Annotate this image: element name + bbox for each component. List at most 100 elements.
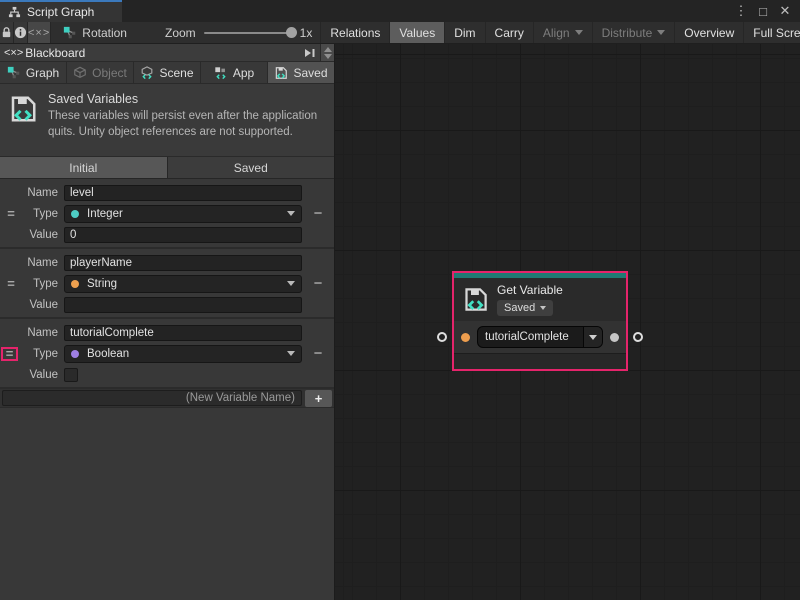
boolean-value-checkbox[interactable] <box>64 368 78 382</box>
name-label: Name <box>22 187 58 199</box>
subtab-initial[interactable]: Initial <box>0 157 168 178</box>
node-title: Get Variable <box>497 283 563 297</box>
variable-scope-dropdown[interactable]: Saved <box>497 300 553 316</box>
chevron-down-icon <box>575 30 583 35</box>
dim-button[interactable]: Dim <box>444 22 484 43</box>
variable-scope-tabs: Graph Object Scene App Saved <box>0 62 334 84</box>
floppy-disk-icon <box>8 94 38 124</box>
graph-toolbar: <×> Rotation Zoom 1x Relations Values Di… <box>0 22 800 44</box>
close-icon[interactable]: ✕ <box>776 2 794 20</box>
value-label: Value <box>22 229 58 241</box>
rotation-control: Rotation <box>51 22 139 43</box>
zoom-slider-handle[interactable] <box>286 27 297 38</box>
window-controls: ⋮ □ ✕ <box>732 0 800 22</box>
string-input-port[interactable] <box>461 333 470 342</box>
new-variable-input[interactable] <box>2 390 302 406</box>
saved-variables-info: Saved Variables These variables will per… <box>0 84 334 157</box>
panel-scroll-spinner[interactable] <box>320 44 334 61</box>
toolbar-buttons: Relations Values Dim Carry Align Distrib… <box>320 22 800 43</box>
dock-icon <box>304 48 316 58</box>
variable-row-tutorialcomplete: Name = Type Boolean − Value <box>0 319 334 389</box>
overview-button[interactable]: Overview <box>674 22 743 43</box>
type-label: Type <box>22 278 58 290</box>
code-preview-toggle[interactable]: <×> <box>28 22 51 43</box>
scroll-up-icon[interactable] <box>324 47 332 52</box>
app-icon <box>214 66 228 80</box>
string-type-dot-icon <box>71 280 79 288</box>
chevron-down-icon <box>287 351 295 356</box>
tab-graph[interactable]: Graph <box>0 62 67 83</box>
variable-value-input[interactable] <box>64 227 302 243</box>
tab-script-graph[interactable]: Script Graph <box>0 0 122 22</box>
info-title: Saved Variables <box>48 92 336 106</box>
node-left-port[interactable] <box>437 332 447 342</box>
variable-type-select[interactable]: String <box>64 275 302 293</box>
boolean-type-dot-icon <box>71 350 79 358</box>
rotation-gizmo-icon <box>63 26 77 40</box>
chevron-down-icon <box>657 30 665 35</box>
variable-picker-button[interactable] <box>583 327 602 347</box>
name-label: Name <box>22 327 58 339</box>
remove-variable-button[interactable]: − <box>314 209 323 219</box>
variable-name-field[interactable]: tutorialComplete <box>477 326 603 348</box>
lock-button[interactable] <box>0 22 14 43</box>
graph-icon <box>7 66 21 80</box>
subtab-saved[interactable]: Saved <box>168 157 335 178</box>
remove-variable-button[interactable]: − <box>314 279 323 289</box>
maximize-icon[interactable]: □ <box>754 2 772 20</box>
node-body: tutorialComplete <box>454 321 626 353</box>
integer-type-dot-icon <box>71 210 79 218</box>
add-variable-button[interactable]: + <box>305 390 332 407</box>
drag-handle-highlight: = <box>1 347 19 361</box>
fullscreen-button[interactable]: Full Screen <box>743 22 800 43</box>
align-dropdown[interactable]: Align <box>533 22 592 43</box>
value-mode-tabs: Initial Saved <box>0 157 334 179</box>
carry-button[interactable]: Carry <box>485 22 533 43</box>
distribute-dropdown[interactable]: Distribute <box>592 22 675 43</box>
variable-name-input[interactable] <box>64 325 302 341</box>
window-tab-title: Script Graph <box>27 5 94 19</box>
variable-row-playername: Name = Type String − Value <box>0 249 334 319</box>
drag-handle-icon[interactable]: = <box>6 349 14 359</box>
values-button[interactable]: Values <box>389 22 444 43</box>
drag-handle-icon[interactable]: = <box>7 209 15 219</box>
dock-panel-button[interactable] <box>300 44 320 61</box>
chevron-down-icon <box>589 335 597 340</box>
scroll-down-icon[interactable] <box>324 54 332 59</box>
get-variable-node[interactable]: Get Variable Saved tutorialComplete <box>452 271 628 371</box>
graph-hierarchy-icon <box>8 6 21 19</box>
cube-icon <box>73 66 87 80</box>
zoom-value: 1x <box>300 26 313 40</box>
info-button[interactable] <box>14 22 28 43</box>
value-label: Value <box>22 369 58 381</box>
drag-handle-icon[interactable]: = <box>7 279 15 289</box>
variable-row-level: Name = Type Integer − Value <box>0 179 334 249</box>
graph-canvas[interactable]: Get Variable Saved tutorialComplete <box>335 44 800 600</box>
zoom-slider[interactable] <box>204 32 292 34</box>
variable-name-input[interactable] <box>64 255 302 271</box>
variable-name-input[interactable] <box>64 185 302 201</box>
variable-type-select[interactable]: Boolean <box>64 345 302 363</box>
info-description: These variables will persist even after … <box>48 109 336 140</box>
blackboard-title: Blackboard <box>25 46 85 60</box>
blackboard-header: <×> Blackboard <box>0 44 334 62</box>
tab-app[interactable]: App <box>201 62 268 83</box>
node-right-port[interactable] <box>633 332 643 342</box>
zoom-control: Zoom 1x <box>139 22 320 43</box>
scene-icon <box>140 66 154 80</box>
node-header[interactable]: Get Variable Saved <box>454 278 626 321</box>
tab-scene[interactable]: Scene <box>134 62 201 83</box>
chevron-down-icon <box>287 281 295 286</box>
info-icon <box>14 26 27 39</box>
floppy-disk-icon <box>462 286 489 313</box>
window-menu-icon[interactable]: ⋮ <box>732 2 750 20</box>
remove-variable-button[interactable]: − <box>314 349 323 359</box>
tab-saved[interactable]: Saved <box>268 62 334 83</box>
relations-button[interactable]: Relations <box>320 22 389 43</box>
tab-object[interactable]: Object <box>67 62 134 83</box>
value-output-port[interactable] <box>610 333 619 342</box>
new-variable-row: + <box>0 389 334 408</box>
variable-type-select[interactable]: Integer <box>64 205 302 223</box>
name-label: Name <box>22 257 58 269</box>
variable-value-input[interactable] <box>64 297 302 313</box>
